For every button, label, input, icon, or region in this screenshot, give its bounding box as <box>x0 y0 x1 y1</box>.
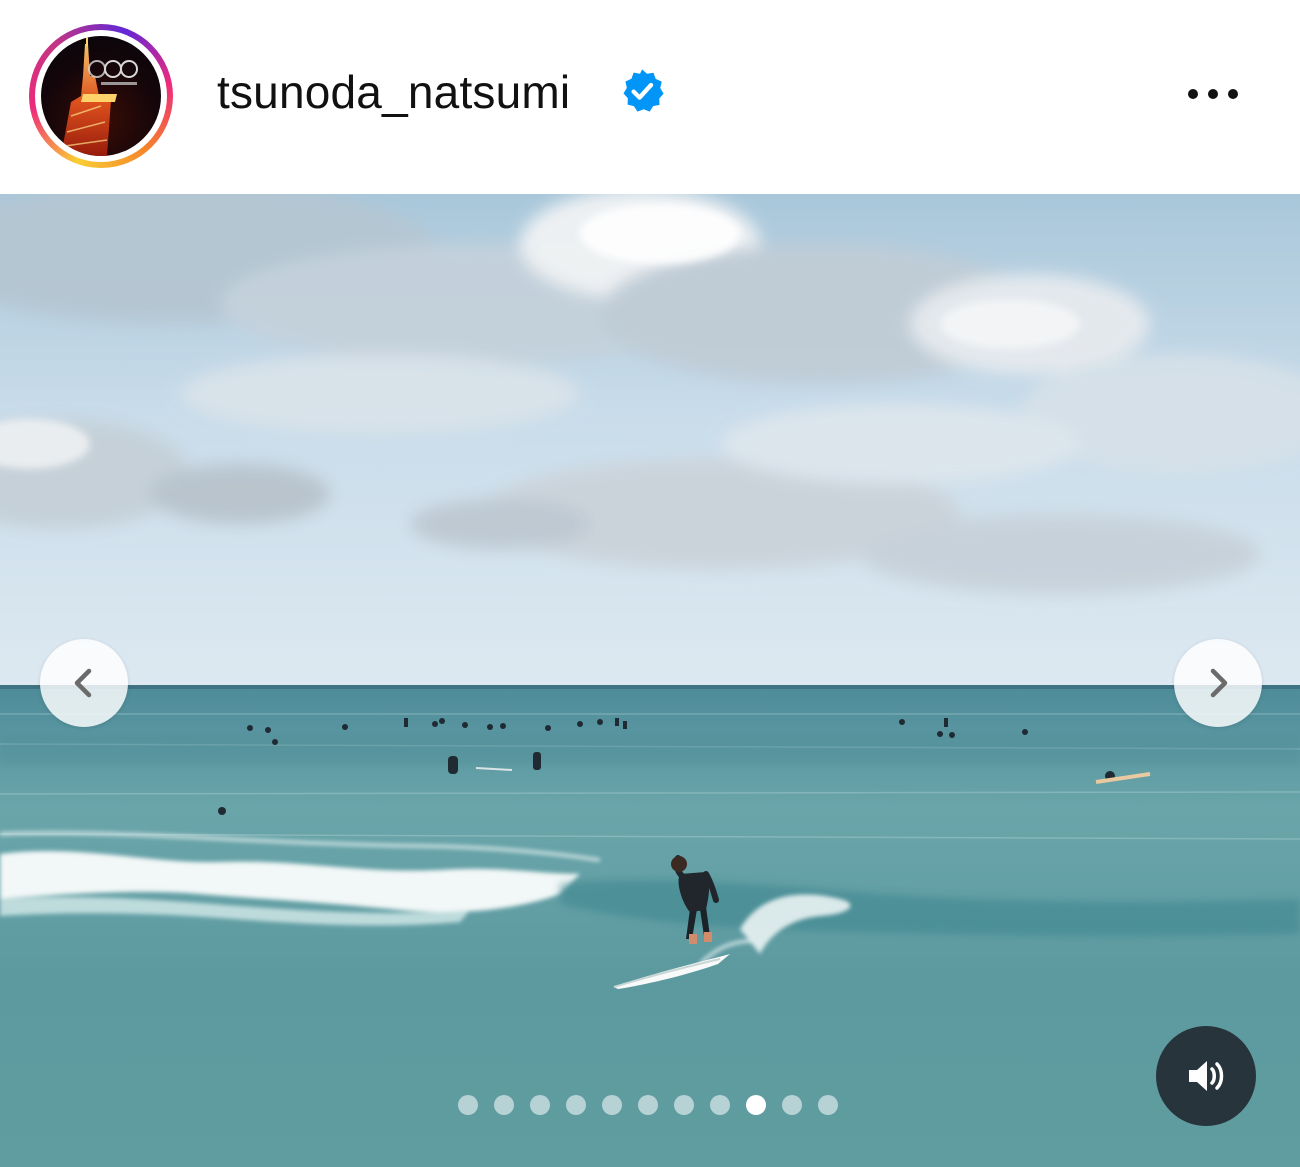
carousel-next-button[interactable] <box>1174 639 1262 727</box>
speaker-on-icon <box>1189 1061 1224 1091</box>
more-dot <box>1188 89 1198 99</box>
more-dot <box>1228 89 1238 99</box>
carousel-dot[interactable] <box>818 1095 838 1115</box>
carousel-dot[interactable] <box>638 1095 658 1115</box>
carousel-dot[interactable] <box>458 1095 478 1115</box>
carousel-indicators <box>458 1093 838 1117</box>
carousel-dot[interactable] <box>566 1095 586 1115</box>
carousel-dot[interactable] <box>710 1095 730 1115</box>
chevron-left-icon <box>74 668 92 698</box>
carousel-dot[interactable] <box>494 1095 514 1115</box>
story-ring[interactable] <box>29 24 173 168</box>
post-media[interactable] <box>0 194 1300 1167</box>
carousel-dot[interactable] <box>602 1095 622 1115</box>
carousel-prev-button[interactable] <box>40 639 128 727</box>
post-header: tsunoda_natsumi <box>0 0 1300 194</box>
carousel-dot[interactable] <box>674 1095 694 1115</box>
avatar[interactable] <box>41 36 161 156</box>
carousel-dot[interactable] <box>782 1095 802 1115</box>
surf-photo <box>0 194 1300 1167</box>
verified-badge-icon <box>623 69 664 112</box>
more-dot <box>1208 89 1218 99</box>
more-options-button[interactable] <box>1178 74 1248 114</box>
username[interactable]: tsunoda_natsumi <box>217 64 570 120</box>
chevron-right-icon <box>1210 668 1228 698</box>
tokyo-tower-icon <box>61 36 138 156</box>
carousel-dot-active[interactable] <box>746 1095 766 1115</box>
carousel-dot[interactable] <box>530 1095 550 1115</box>
sound-toggle-button[interactable] <box>1156 1026 1256 1126</box>
